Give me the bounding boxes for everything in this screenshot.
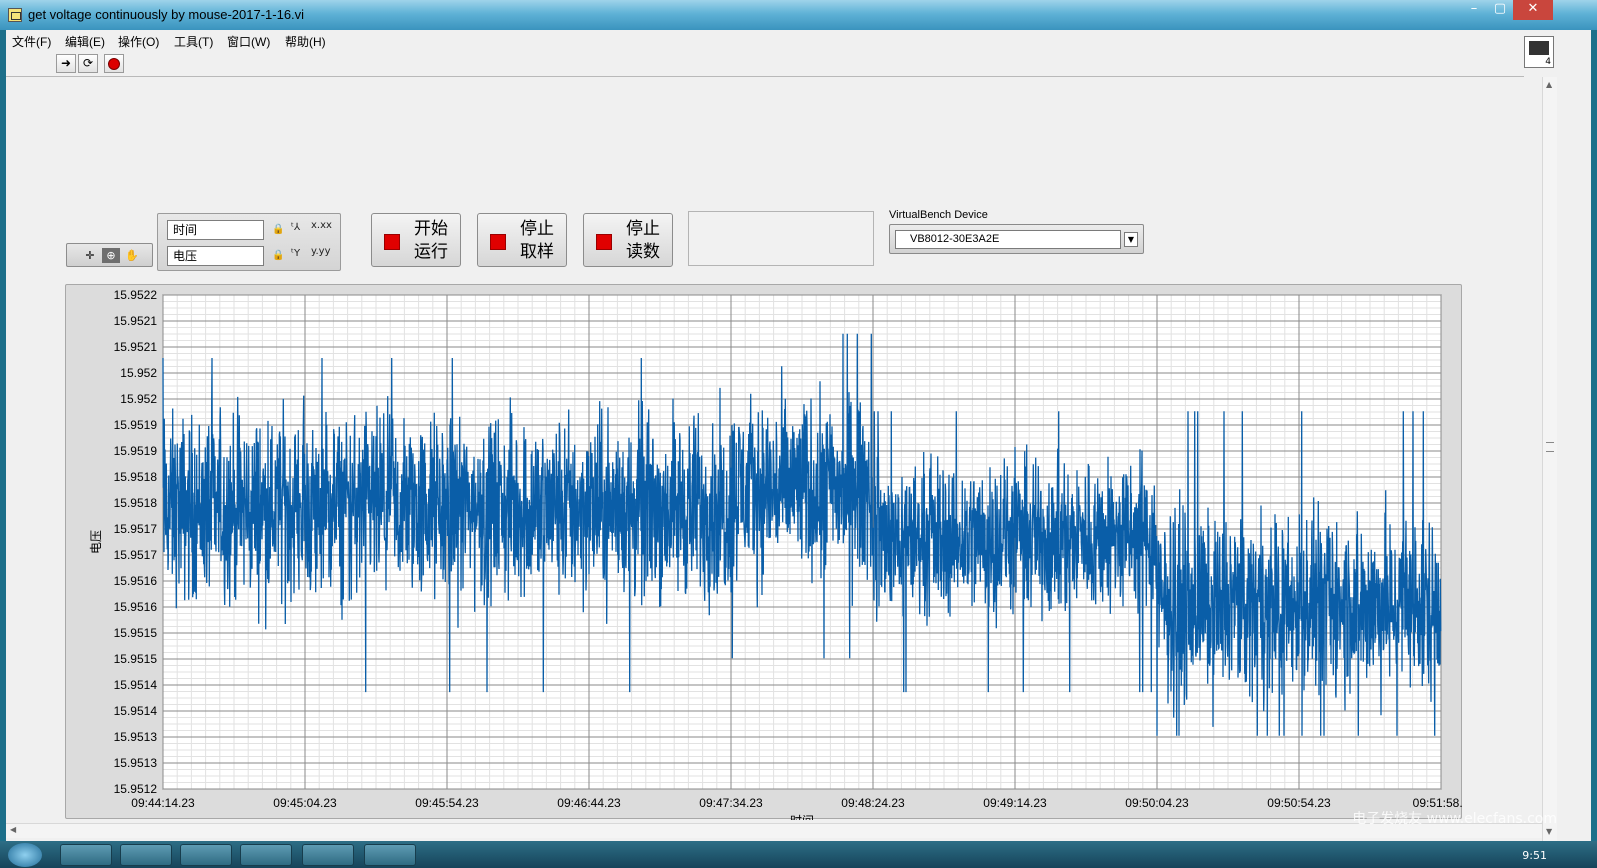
y-scale-name[interactable]: 电压 xyxy=(167,246,264,266)
y-tick-label: 15.952 xyxy=(120,366,157,380)
y-tick-label: 15.9518 xyxy=(114,496,158,510)
y-tick-label: 15.9518 xyxy=(114,470,158,484)
zoom-icon[interactable]: ⊕ xyxy=(102,248,120,263)
window-title: get voltage continuously by mouse-2017-1… xyxy=(28,7,305,22)
y-tick-label: 15.952 xyxy=(120,392,157,406)
taskbar-app[interactable] xyxy=(364,844,416,866)
y-axis-label: 电压 xyxy=(89,530,103,554)
x-tick-label: 09:44:14.23 xyxy=(131,796,195,810)
y-tick-label: 15.9514 xyxy=(114,678,158,692)
y-tick-label: 15.9512 xyxy=(114,782,158,796)
minimize-button[interactable]: – xyxy=(1461,0,1487,20)
horizontal-scrollbar[interactable]: ◀ xyxy=(6,823,1542,838)
scroll-left-icon[interactable]: ◀ xyxy=(10,825,16,834)
led-indicator xyxy=(596,234,612,250)
watermark: 电子发烧友 www.elecfans.com xyxy=(1352,811,1557,827)
cursor-move-icon[interactable]: ✛ xyxy=(81,248,99,263)
y-tick-label: 15.9515 xyxy=(114,626,158,640)
lock-icon[interactable]: 🔒 xyxy=(272,224,284,235)
y-tick-label: 15.9517 xyxy=(114,522,158,536)
device-selector[interactable]: VB8012-30E3A2E ▼ xyxy=(889,224,1144,254)
format-x-icon[interactable]: x.xx xyxy=(311,220,332,231)
x-tick-label: 09:50:54.23 xyxy=(1267,796,1331,810)
start-run-button[interactable]: 开始 运行 xyxy=(371,213,461,267)
x-tick-label: 09:45:04.23 xyxy=(273,796,337,810)
run-continuously-button[interactable]: ⟳ xyxy=(78,54,98,73)
menu-edit[interactable]: 编辑(E) xyxy=(65,33,105,50)
toolbar: ➜ ⟳ xyxy=(6,52,1524,77)
y-tick-label: 15.9516 xyxy=(114,574,158,588)
title-bar: get voltage continuously by mouse-2017-1… xyxy=(0,0,1597,30)
vi-front-panel-window: 文件(F) 编辑(E) 操作(O) 工具(T) 窗口(W) 帮助(H) ➜ ⟳ … xyxy=(6,30,1591,864)
y-tick-label: 15.9519 xyxy=(114,444,158,458)
x-axis-label: 时间 xyxy=(790,814,814,820)
graph-palette: ✛ ⊕ ✋ xyxy=(66,243,153,267)
stop-read-label: 停止 读数 xyxy=(626,219,660,262)
stop-read-button[interactable]: 停止 读数 xyxy=(583,213,673,267)
vi-connector-icon[interactable] xyxy=(1524,36,1554,68)
run-continuously-icon: ⟳ xyxy=(82,56,94,70)
abort-icon xyxy=(108,58,120,70)
y-tick-label: 15.9513 xyxy=(114,730,158,744)
chevron-down-icon[interactable]: ▼ xyxy=(1124,232,1138,247)
x-scale-name[interactable]: 时间 xyxy=(167,220,264,240)
x-tick-label: 09:45:54.23 xyxy=(415,796,479,810)
y-tick-label: 15.9515 xyxy=(114,652,158,666)
y-tick-label: 15.9517 xyxy=(114,548,158,562)
led-indicator xyxy=(384,234,400,250)
menu-operate[interactable]: 操作(O) xyxy=(118,33,159,50)
format-y-icon[interactable]: y.yy xyxy=(311,246,331,257)
stop-sample-button[interactable]: 停止 取样 xyxy=(477,213,567,267)
start-run-label: 开始 运行 xyxy=(414,219,448,262)
menu-file[interactable]: 文件(F) xyxy=(12,33,51,50)
taskbar: 9:51 xyxy=(0,841,1597,868)
scroll-down-icon[interactable]: ▼ xyxy=(1546,827,1552,836)
run-arrow-icon: ➜ xyxy=(60,56,72,70)
taskbar-app[interactable] xyxy=(302,844,354,866)
y-tick-label: 15.9514 xyxy=(114,704,158,718)
x-tick-label: 09:46:44.23 xyxy=(557,796,621,810)
close-button[interactable]: ✕ xyxy=(1513,0,1553,20)
x-tick-label: 09:50:04.23 xyxy=(1125,796,1189,810)
menu-bar: 文件(F) 编辑(E) 操作(O) 工具(T) 窗口(W) 帮助(H) xyxy=(6,30,1524,52)
y-tick-label: 15.9521 xyxy=(114,340,158,354)
scroll-up-icon[interactable]: ▲ xyxy=(1546,80,1552,89)
device-value[interactable]: VB8012-30E3A2E xyxy=(895,230,1121,249)
vertical-scrollbar[interactable]: ▲ ▼ xyxy=(1542,77,1557,842)
taskbar-app[interactable] xyxy=(120,844,172,866)
empty-indicator xyxy=(688,211,874,266)
autoscale-x-icon[interactable]: ᵗ⅄ xyxy=(291,222,300,233)
menu-tools[interactable]: 工具(T) xyxy=(174,33,213,50)
labview-vi-icon xyxy=(8,8,22,22)
abort-button[interactable] xyxy=(104,54,124,73)
front-panel: ✛ ⊕ ✋ 时间 电压 🔒 ᵗ⅄ x.xx 🔒 ᵗY y.yy 开始 运行 停止取… xyxy=(6,77,1542,863)
lock-icon[interactable]: 🔒 xyxy=(272,250,284,261)
taskbar-clock: 9:51 xyxy=(1522,849,1547,862)
y-tick-label: 15.9522 xyxy=(114,288,158,302)
menu-window[interactable]: 窗口(W) xyxy=(227,33,270,50)
y-tick-label: 15.9513 xyxy=(114,756,158,770)
taskbar-app[interactable] xyxy=(240,844,292,866)
y-tick-label: 15.9519 xyxy=(114,418,158,432)
x-tick-label: 09:49:14.23 xyxy=(983,796,1047,810)
taskbar-app[interactable] xyxy=(180,844,232,866)
waveform-chart: 09:44:14.23 09:45:04.23 09:45:54.23 09:46:4… xyxy=(65,284,1463,820)
chart-svg[interactable]: 09:44:14.23 09:45:04.23 09:45:54.23 09:46:4… xyxy=(66,285,1463,820)
menu-help[interactable]: 帮助(H) xyxy=(285,33,326,50)
scroll-grip-icon[interactable] xyxy=(1546,442,1554,452)
x-tick-label: 09:47:34.23 xyxy=(699,796,763,810)
scale-legend: 时间 电压 🔒 ᵗ⅄ x.xx 🔒 ᵗY y.yy xyxy=(157,213,341,271)
taskbar-app[interactable] xyxy=(60,844,112,866)
run-button[interactable]: ➜ xyxy=(56,54,76,73)
start-orb-icon[interactable] xyxy=(8,843,42,867)
autoscale-y-icon[interactable]: ᵗY xyxy=(291,248,300,259)
y-tick-label: 15.9516 xyxy=(114,600,158,614)
device-label: VirtualBench Device xyxy=(889,209,988,221)
y-tick-label: 15.9521 xyxy=(114,314,158,328)
x-tick-label: 09:48:24.23 xyxy=(841,796,905,810)
maximize-button[interactable]: ▢ xyxy=(1487,0,1513,20)
led-indicator xyxy=(490,234,506,250)
pan-hand-icon[interactable]: ✋ xyxy=(123,248,141,263)
stop-sample-label: 停止 取样 xyxy=(520,219,554,262)
